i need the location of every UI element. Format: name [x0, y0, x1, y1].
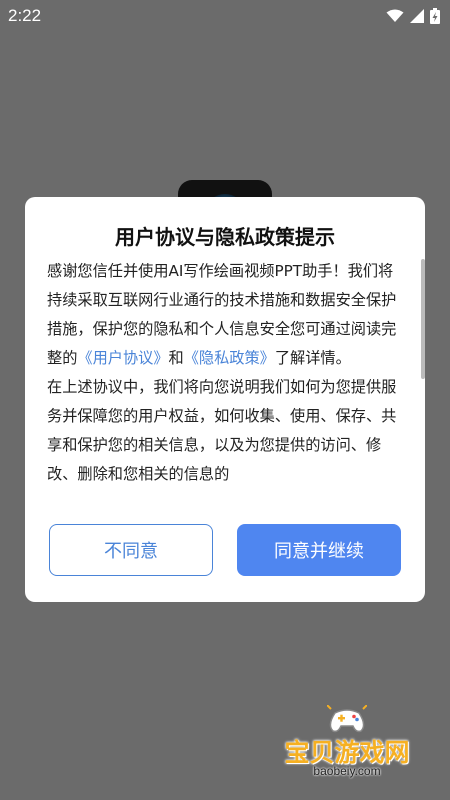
cellular-signal-icon: [410, 9, 424, 23]
status-icons: [386, 8, 440, 24]
privacy-dialog: 用户协议与隐私政策提示 感谢您信任并使用AI写作绘画视频PPT助手！我们将持续采…: [25, 197, 425, 602]
paragraph-1-conjunction: 和: [168, 349, 184, 367]
watermark: 宝贝游戏网 baobeiy.com: [272, 705, 422, 785]
watermark-domain: baobeiy.com: [313, 764, 381, 778]
paragraph-1-suffix: 了解详情。: [274, 349, 351, 367]
dialog-scrollbar[interactable]: [421, 259, 425, 379]
status-time: 2:22: [8, 6, 42, 25]
dialog-paragraph-1: 感谢您信任并使用AI写作绘画视频PPT助手！我们将持续采取互联网行业通行的技术措…: [47, 257, 399, 373]
user-agreement-link[interactable]: 《用户协议》: [77, 349, 168, 367]
disagree-button[interactable]: 不同意: [49, 524, 213, 576]
dialog-body[interactable]: 感谢您信任并使用AI写作绘画视频PPT助手！我们将持续采取互联网行业通行的技术措…: [47, 257, 399, 502]
status-bar: 2:22: [0, 0, 450, 32]
battery-charging-icon: [430, 8, 440, 24]
gamepad-logo-icon: [327, 705, 367, 733]
wifi-icon: [386, 9, 404, 22]
agree-continue-button[interactable]: 同意并继续: [237, 524, 401, 576]
dialog-title: 用户协议与隐私政策提示: [115, 225, 335, 249]
privacy-policy-link[interactable]: 《隐私政策》: [184, 349, 275, 367]
dialog-paragraph-2: 在上述协议中，我们将向您说明我们如何为您提供服务并保障您的用户权益，如何收集、使…: [47, 378, 397, 483]
